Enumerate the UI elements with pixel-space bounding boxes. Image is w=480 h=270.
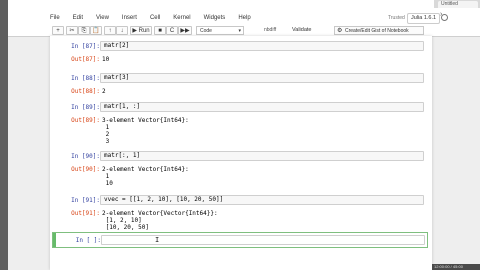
kernel-status-icon [441,14,448,21]
restart-button[interactable]: C [166,26,178,35]
move-down-button[interactable]: ↓ [116,26,128,35]
menu-help[interactable]: Help [238,14,250,22]
stop-button[interactable]: ■ [154,26,166,35]
notebook-container: In [87]: matr[2] Out[87]: 10 In [88]: ma… [50,36,432,270]
input-prompt: In [89]: [71,104,100,111]
menubar: File Edit View Insert Cell Kernel Widget… [50,14,264,22]
menu-file[interactable]: File [50,14,60,22]
cut-button[interactable]: ✂ [66,26,78,35]
nbdiff-button[interactable]: nbdiff [264,26,276,35]
trusted-indicator[interactable]: Trusted [388,14,405,22]
create-gist-button[interactable]: ⚙ Create/Edit Gist of Notebook [334,26,424,35]
run-button[interactable]: ▶ Run [130,26,152,35]
restart-run-all-button[interactable]: ▶▶ [178,26,192,35]
output-prompt: Out[90]: [71,166,100,173]
output-prompt: Out[91]: [71,210,100,217]
kernel-name[interactable]: Julia 1.6.1 [407,13,441,24]
code-cell-input[interactable]: vvec = [[1, 2, 10], [10, 20, 50]] [100,195,424,205]
cell-output: 3-element Vector{Int64}: 1 2 3 [102,117,189,145]
cell-output: 10 [102,56,110,63]
cell-output: 2 [102,88,106,95]
validate-button[interactable]: Validate [292,26,311,35]
code-cell-input[interactable]: matr[:, 1] [100,151,424,161]
code-cell-input[interactable]: matr[1, :] [100,102,424,112]
output-prompt: Out[89]: [71,117,100,124]
left-edge-bar [0,0,8,270]
menu-kernel[interactable]: Kernel [173,14,190,22]
chevron-down-icon: ▾ [238,28,241,34]
add-cell-button[interactable]: + [52,26,64,35]
input-prompt: In [90]: [71,153,100,160]
menu-edit[interactable]: Edit [73,14,83,22]
menu-insert[interactable]: Insert [122,14,137,22]
copy-button[interactable]: ⎘ [78,26,90,35]
text-cursor-icon: I [155,236,160,244]
input-prompt: In [ ]: [75,237,101,244]
code-cell-input[interactable]: matr[2] [100,41,424,51]
move-up-button[interactable]: ↑ [104,26,116,35]
input-prompt: In [91]: [71,197,100,204]
cell-type-value: Code [200,28,212,34]
create-gist-label: Create/Edit Gist of Notebook [345,28,409,34]
output-prompt: Out[87]: [71,56,100,63]
code-cell-input[interactable]: matr[3] [100,73,424,83]
cell-output: 2-element Vector{Int64}: 1 10 [102,166,189,187]
menu-view[interactable]: View [96,14,109,22]
output-prompt: Out[88]: [71,88,100,95]
paste-button[interactable]: 📋 [90,26,102,35]
menu-widgets[interactable]: Widgets [204,14,226,22]
selected-cell[interactable]: In [ ]: [52,232,428,248]
cell-output: 2-element Vector{Vector{Int64}}: [1, 2, … [102,210,218,231]
selected-cell-indicator [53,233,56,247]
gear-icon: ⚙ [337,28,343,34]
input-prompt: In [88]: [71,75,100,82]
active-code-input[interactable] [101,235,425,245]
video-timestamp: 12:00:00 / 45:00 [432,264,480,270]
cell-type-select[interactable]: Code ▾ [196,26,244,35]
browser-tab[interactable]: Untitled [438,1,478,8]
input-prompt: In [87]: [71,43,100,50]
menu-cell[interactable]: Cell [150,14,160,22]
